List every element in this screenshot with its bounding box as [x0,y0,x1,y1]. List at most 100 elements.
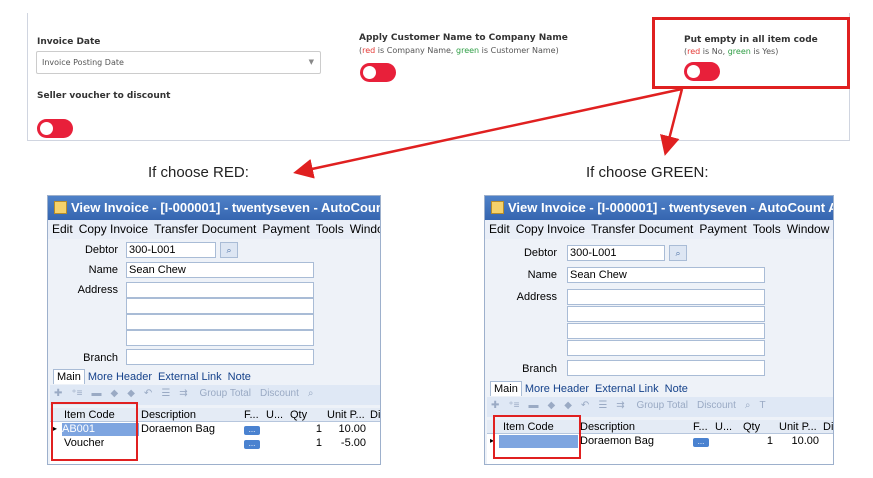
app-icon [491,201,504,214]
branch-select[interactable] [126,349,314,365]
qty-cell[interactable]: 1 [300,423,322,436]
menu-tools[interactable]: Tools [753,222,781,236]
col-qty[interactable]: Qty [743,421,760,434]
move-down-icon[interactable]: ◆ [548,400,556,411]
col-u[interactable]: U... [715,421,732,434]
discount-button[interactable]: Discount [260,388,299,399]
col-unit-price[interactable]: Unit P... [779,421,817,434]
debtor-input[interactable]: 300-L001 [126,242,216,258]
col-qty[interactable]: Qty [290,409,307,422]
group-total-button[interactable]: Group Total [199,388,251,399]
col-discount[interactable]: Dis [370,409,380,422]
col-f[interactable]: F... [693,421,708,434]
sort-icon[interactable]: ⇉ [616,400,624,411]
debtor-label: Debtor [84,244,118,256]
move-up-icon[interactable]: ◆ [127,388,135,399]
col-discount[interactable]: Di [823,421,833,434]
detail-button[interactable]: ... [693,435,709,448]
unit-price-cell[interactable]: -5.00 [328,437,366,450]
menu-tools[interactable]: Tools [316,222,344,236]
address-line-1[interactable] [567,289,765,305]
menu-copy-invoice[interactable]: Copy Invoice [516,222,585,236]
menu-bar: Edit Copy Invoice Transfer Document Payment… [48,220,380,239]
list-icon[interactable]: ☰ [598,400,607,411]
name-input[interactable]: Sean Chew [126,262,314,278]
address-label: Address [516,291,557,303]
tab-main[interactable]: Main [490,381,522,396]
tab-strip: Main More Header External Link Note [53,369,254,384]
arrow-to-green [660,88,684,156]
tab-note[interactable]: Note [225,370,254,384]
branch-label: Branch [522,363,557,375]
address-line-4[interactable] [126,330,314,346]
caption-red: If choose RED: [148,164,249,181]
sort-icon[interactable]: ⇉ [179,388,187,399]
insert-icon[interactable]: ⁺≡ [508,400,519,411]
menu-transfer-document[interactable]: Transfer Document [154,222,256,236]
col-description[interactable]: Description [580,421,635,434]
move-down-icon[interactable]: ◆ [111,388,119,399]
address-line-2[interactable] [567,306,765,322]
find-icon[interactable]: ⌕ [308,388,314,399]
tab-main[interactable]: Main [53,369,85,384]
col-u[interactable]: U... [266,409,283,422]
unit-price-cell[interactable]: 10.00 [328,423,366,436]
window-title-bar: View Invoice - [I-000001] - twentyseven … [485,196,833,220]
menu-transfer-document[interactable]: Transfer Document [591,222,693,236]
item-toolbar: ✚ ⁺≡ ▬ ◆ ◆ ↶ ☰ ⇉ Group Total Discount ⌕ T [487,397,833,417]
debtor-input[interactable]: 300-L001 [567,245,665,261]
tab-external-link[interactable]: External Link [592,382,662,396]
menu-window[interactable]: Window [350,222,380,236]
tab-external-link[interactable]: External Link [155,370,225,384]
col-description[interactable]: Description [141,409,196,422]
detail-button[interactable]: ... [244,423,260,436]
address-line-4[interactable] [567,340,765,356]
discount-button[interactable]: Discount [697,400,736,411]
qty-cell[interactable]: 1 [751,435,773,448]
list-icon[interactable]: ☰ [161,388,170,399]
add-icon[interactable]: ✚ [54,388,62,399]
undo-icon[interactable]: ↶ [581,400,589,411]
menu-copy-invoice[interactable]: Copy Invoice [79,222,148,236]
branch-label: Branch [83,352,118,364]
name-label: Name [527,269,557,281]
menu-bar: Edit Copy Invoice Transfer Document Payment… [485,220,833,239]
menu-edit[interactable]: Edit [52,222,73,236]
tab-strip: Main More Header External Link Note [490,381,691,396]
group-total-button[interactable]: Group Total [636,400,688,411]
find-icon[interactable]: ⌕ [745,400,751,411]
delete-icon[interactable]: ▬ [529,400,539,411]
insert-icon[interactable]: ⁺≡ [71,388,82,399]
tab-more-header[interactable]: More Header [522,382,592,396]
description-cell[interactable]: Doraemon Bag [141,423,215,436]
delete-icon[interactable]: ▬ [92,388,102,399]
arrow-to-red [293,87,683,179]
move-up-icon[interactable]: ◆ [564,400,572,411]
col-f[interactable]: F... [244,409,259,422]
name-input[interactable]: Sean Chew [567,267,765,283]
name-label: Name [88,264,118,276]
tab-note[interactable]: Note [662,382,691,396]
debtor-label: Debtor [523,247,557,259]
description-cell[interactable]: Doraemon Bag [580,435,654,448]
branch-select[interactable] [567,360,765,376]
address-line-1[interactable] [126,282,314,298]
unit-price-cell[interactable]: 10.00 [779,435,819,448]
qty-cell[interactable]: 1 [300,437,322,450]
search-icon[interactable]: ⌕ [669,245,687,261]
address-line-3[interactable] [567,323,765,339]
undo-icon[interactable]: ↶ [144,388,152,399]
menu-edit[interactable]: Edit [489,222,510,236]
address-line-3[interactable] [126,314,314,330]
detail-button[interactable]: ... [244,437,260,450]
add-icon[interactable]: ✚ [491,400,499,411]
toolbar-extra-button[interactable]: T [759,400,765,411]
col-unit-price[interactable]: Unit P... [327,409,365,422]
menu-window[interactable]: Window [787,222,830,236]
search-icon[interactable]: ⌕ [220,242,238,258]
window-title-bar: View Invoice - [I-000001] - twentyseven … [48,196,380,220]
tab-more-header[interactable]: More Header [85,370,155,384]
menu-payment[interactable]: Payment [699,222,746,236]
address-line-2[interactable] [126,298,314,314]
menu-payment[interactable]: Payment [262,222,309,236]
